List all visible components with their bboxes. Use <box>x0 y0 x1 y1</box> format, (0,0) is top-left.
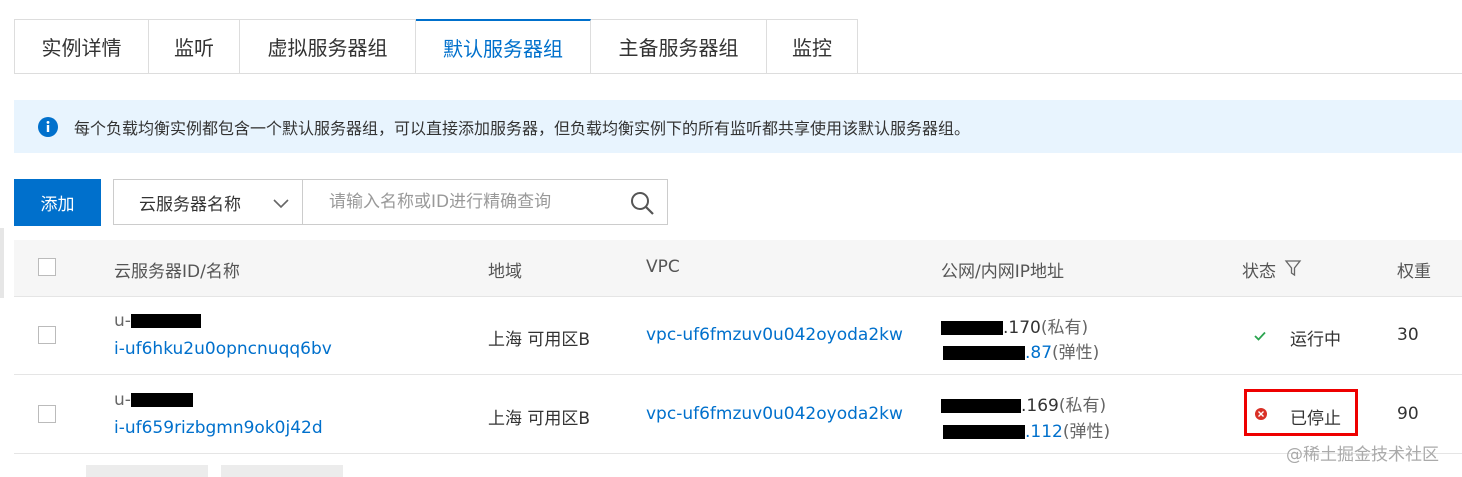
tab-master-slave-groups[interactable]: 主备服务器组 <box>591 19 767 73</box>
region: 上海 可用区B <box>488 409 591 429</box>
vpc-link[interactable]: vpc-uf6fmzuv0u042oyoda2kw <box>646 325 903 345</box>
filter-icon[interactable] <box>1284 259 1302 281</box>
server-id-link[interactable]: i-uf659rizbgmn9ok0j42d <box>114 418 323 438</box>
info-icon <box>38 117 58 137</box>
row-checkbox[interactable] <box>38 405 56 423</box>
pagination-placeholder <box>221 465 343 477</box>
check-icon <box>1253 328 1267 347</box>
table-header: 云服务器ID/名称 地域 VPC 公网/内网IP地址 状态 权重 <box>14 240 1462 297</box>
tab-vserver-groups[interactable]: 虚拟服务器组 <box>240 19 416 73</box>
tab-bar: 实例详情 监听 虚拟服务器组 默认服务器组 主备服务器组 监控 <box>14 19 1462 75</box>
header-region: 地域 <box>488 262 522 282</box>
banner-text: 每个负载均衡实例都包含一个默认服务器组，可以直接添加服务器，但负载均衡实例下的所… <box>74 119 971 138</box>
tab-monitoring[interactable]: 监控 <box>767 19 858 73</box>
server-name: u- <box>114 390 193 410</box>
tab-default-server-group[interactable]: 默认服务器组 <box>416 19 591 74</box>
search-field <box>302 179 668 225</box>
search-icon[interactable] <box>629 190 655 220</box>
chevron-down-icon <box>272 194 290 217</box>
row-checkbox[interactable] <box>38 326 56 344</box>
watermark: @稀土掘金技术社区 <box>1286 445 1439 465</box>
header-status: 状态 <box>1242 262 1276 282</box>
redacted-mask <box>941 399 1021 413</box>
private-ip: .170(私有) <box>941 313 1088 338</box>
filter-select-value: 云服务器名称 <box>139 194 241 215</box>
redacted-mask <box>130 393 193 407</box>
tab-listeners[interactable]: 监听 <box>149 19 240 73</box>
header-weight: 权重 <box>1397 262 1431 282</box>
status-text: 运行中 <box>1290 330 1341 350</box>
private-ip: .169(私有) <box>941 391 1106 416</box>
info-banner: 每个负载均衡实例都包含一个默认服务器组，可以直接添加服务器，但负载均衡实例下的所… <box>14 100 1462 153</box>
public-ip: .87(弹性) <box>943 338 1099 363</box>
public-ip: .112(弹性) <box>943 417 1110 442</box>
add-button[interactable]: 添加 <box>14 179 101 226</box>
vpc-link[interactable]: vpc-uf6fmzuv0u042oyoda2kw <box>646 404 903 424</box>
redacted-mask <box>130 314 201 328</box>
header-vpc: VPC <box>646 257 680 277</box>
highlight-box <box>1244 389 1358 436</box>
redacted-mask <box>943 425 1025 439</box>
search-input[interactable] <box>327 191 611 213</box>
weight: 90 <box>1397 404 1419 424</box>
tab-underline <box>14 73 1462 74</box>
header-name: 云服务器ID/名称 <box>114 262 240 282</box>
tab-instance-details[interactable]: 实例详情 <box>14 19 149 73</box>
weight: 30 <box>1397 325 1419 345</box>
redacted-mask <box>943 346 1025 360</box>
left-edge-decoration <box>0 228 4 298</box>
server-name: u- <box>114 311 201 331</box>
header-ip: 公网/内网IP地址 <box>941 262 1064 282</box>
redacted-mask <box>941 321 1003 335</box>
pagination-placeholder <box>86 465 208 477</box>
region: 上海 可用区B <box>488 330 591 350</box>
table-row: u- i-uf6hku2u0opncnuqq6bv 上海 可用区B vpc-uf… <box>14 297 1462 375</box>
server-id-link[interactable]: i-uf6hku2u0opncnuqq6bv <box>114 339 332 359</box>
filter-select[interactable]: 云服务器名称 <box>113 179 303 225</box>
select-all-checkbox[interactable] <box>38 258 56 276</box>
